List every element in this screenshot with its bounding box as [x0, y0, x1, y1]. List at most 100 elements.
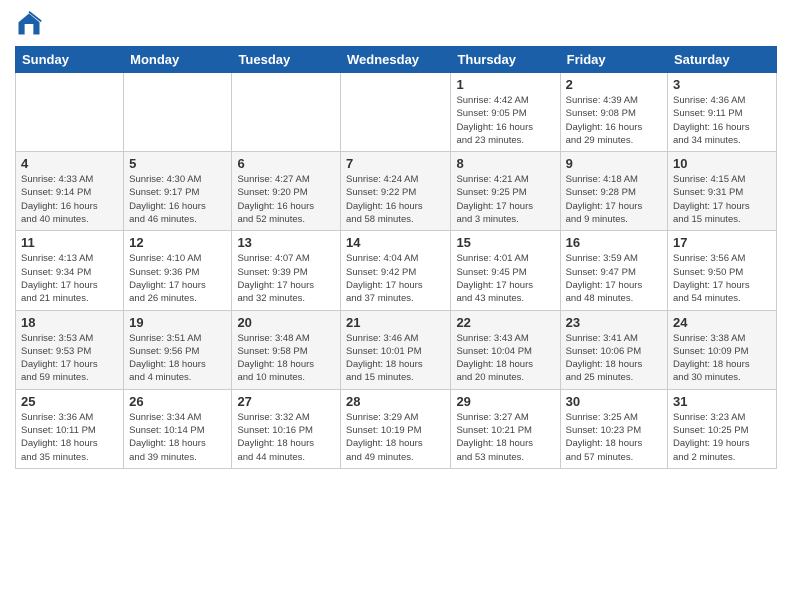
day-cell — [16, 73, 124, 152]
day-info: Sunrise: 4:33 AM Sunset: 9:14 PM Dayligh… — [21, 173, 118, 226]
day-cell: 19 Sunrise: 3:51 AM Sunset: 9:56 PM Dayli… — [124, 310, 232, 389]
day-cell: 21Sunrise: 3:46 AM Sunset: 10:01 PM Dayl… — [341, 310, 451, 389]
day-number: 15 — [456, 235, 554, 250]
day-number: 17 — [673, 235, 771, 250]
day-info: Sunrise: 3:53 AM Sunset: 9:53 PM Dayligh… — [21, 332, 118, 385]
day-info: Sunrise: 3:41 AM Sunset: 10:06 PM Daylig… — [566, 332, 662, 385]
calendar-header: SundayMondayTuesdayWednesdayThursdayFrid… — [16, 47, 777, 73]
day-number: 11 — [21, 235, 118, 250]
day-number: 30 — [566, 394, 662, 409]
day-cell: 18Sunrise: 3:53 AM Sunset: 9:53 PM Dayli… — [16, 310, 124, 389]
header-cell-monday: Monday — [124, 47, 232, 73]
day-info: Sunrise: 4:07 AM Sunset: 9:39 PM Dayligh… — [237, 252, 335, 305]
day-number: 3 — [673, 77, 771, 92]
day-info: Sunrise: 3:59 AM Sunset: 9:47 PM Dayligh… — [566, 252, 662, 305]
day-cell: 7 Sunrise: 4:24 AM Sunset: 9:22 PM Daylig… — [341, 152, 451, 231]
day-cell: 2Sunrise: 4:39 AM Sunset: 9:08 PM Daylig… — [560, 73, 667, 152]
day-number: 24 — [673, 315, 771, 330]
week-row-0: 1Sunrise: 4:42 AM Sunset: 9:05 PM Daylig… — [16, 73, 777, 152]
day-info: Sunrise: 4:01 AM Sunset: 9:45 PM Dayligh… — [456, 252, 554, 305]
day-cell: 24 Sunrise: 3:38 AM Sunset: 10:09 PM Dayl… — [668, 310, 777, 389]
day-number: 31 — [673, 394, 771, 409]
day-info: Sunrise: 4:24 AM Sunset: 9:22 PM Dayligh… — [346, 173, 445, 226]
day-cell: 16 Sunrise: 3:59 AM Sunset: 9:47 PM Dayli… — [560, 231, 667, 310]
day-cell: 15 Sunrise: 4:01 AM Sunset: 9:45 PM Dayli… — [451, 231, 560, 310]
day-number: 9 — [566, 156, 662, 171]
day-info: Sunrise: 3:25 AM Sunset: 10:23 PM Daylig… — [566, 411, 662, 464]
day-info: Sunrise: 3:51 AM Sunset: 9:56 PM Dayligh… — [129, 332, 226, 385]
header-cell-saturday: Saturday — [668, 47, 777, 73]
day-cell — [341, 73, 451, 152]
day-cell: 10 Sunrise: 4:15 AM Sunset: 9:31 PM Dayli… — [668, 152, 777, 231]
day-info: Sunrise: 4:15 AM Sunset: 9:31 PM Dayligh… — [673, 173, 771, 226]
calendar-body: 1Sunrise: 4:42 AM Sunset: 9:05 PM Daylig… — [16, 73, 777, 469]
day-cell — [232, 73, 341, 152]
day-cell: 26 Sunrise: 3:34 AM Sunset: 10:14 PM Dayl… — [124, 389, 232, 468]
day-info: Sunrise: 4:36 AM Sunset: 9:11 PM Dayligh… — [673, 94, 771, 147]
header-cell-wednesday: Wednesday — [341, 47, 451, 73]
logo-icon — [15, 10, 43, 38]
day-cell: 13 Sunrise: 4:07 AM Sunset: 9:39 PM Dayli… — [232, 231, 341, 310]
day-info: Sunrise: 4:39 AM Sunset: 9:08 PM Dayligh… — [566, 94, 662, 147]
day-cell: 4Sunrise: 4:33 AM Sunset: 9:14 PM Daylig… — [16, 152, 124, 231]
day-number: 29 — [456, 394, 554, 409]
day-number: 16 — [566, 235, 662, 250]
day-info: Sunrise: 3:38 AM Sunset: 10:09 PM Daylig… — [673, 332, 771, 385]
day-number: 13 — [237, 235, 335, 250]
day-info: Sunrise: 4:42 AM Sunset: 9:05 PM Dayligh… — [456, 94, 554, 147]
day-info: Sunrise: 3:23 AM Sunset: 10:25 PM Daylig… — [673, 411, 771, 464]
day-cell: 25Sunrise: 3:36 AM Sunset: 10:11 PM Dayl… — [16, 389, 124, 468]
day-info: Sunrise: 3:32 AM Sunset: 10:16 PM Daylig… — [237, 411, 335, 464]
day-cell: 6 Sunrise: 4:27 AM Sunset: 9:20 PM Daylig… — [232, 152, 341, 231]
day-info: Sunrise: 4:27 AM Sunset: 9:20 PM Dayligh… — [237, 173, 335, 226]
header-cell-sunday: Sunday — [16, 47, 124, 73]
day-info: Sunrise: 4:10 AM Sunset: 9:36 PM Dayligh… — [129, 252, 226, 305]
day-cell: 23 Sunrise: 3:41 AM Sunset: 10:06 PM Dayl… — [560, 310, 667, 389]
day-cell: 9 Sunrise: 4:18 AM Sunset: 9:28 PM Daylig… — [560, 152, 667, 231]
calendar-table: SundayMondayTuesdayWednesdayThursdayFrid… — [15, 46, 777, 469]
day-number: 21 — [346, 315, 445, 330]
day-number: 20 — [237, 315, 335, 330]
day-number: 23 — [566, 315, 662, 330]
day-cell: 31 Sunrise: 3:23 AM Sunset: 10:25 PM Dayl… — [668, 389, 777, 468]
day-cell: 28 Sunrise: 3:29 AM Sunset: 10:19 PM Dayl… — [341, 389, 451, 468]
week-row-1: 4Sunrise: 4:33 AM Sunset: 9:14 PM Daylig… — [16, 152, 777, 231]
day-info: Sunrise: 4:18 AM Sunset: 9:28 PM Dayligh… — [566, 173, 662, 226]
day-number: 28 — [346, 394, 445, 409]
day-info: Sunrise: 3:34 AM Sunset: 10:14 PM Daylig… — [129, 411, 226, 464]
page: SundayMondayTuesdayWednesdayThursdayFrid… — [0, 0, 792, 612]
day-info: Sunrise: 3:36 AM Sunset: 10:11 PM Daylig… — [21, 411, 118, 464]
day-info: Sunrise: 3:56 AM Sunset: 9:50 PM Dayligh… — [673, 252, 771, 305]
day-info: Sunrise: 4:21 AM Sunset: 9:25 PM Dayligh… — [456, 173, 554, 226]
day-number: 22 — [456, 315, 554, 330]
day-info: Sunrise: 4:30 AM Sunset: 9:17 PM Dayligh… — [129, 173, 226, 226]
day-number: 5 — [129, 156, 226, 171]
day-cell: 3 Sunrise: 4:36 AM Sunset: 9:11 PM Daylig… — [668, 73, 777, 152]
logo — [15, 10, 47, 38]
day-number: 6 — [237, 156, 335, 171]
header-row: SundayMondayTuesdayWednesdayThursdayFrid… — [16, 47, 777, 73]
day-number: 19 — [129, 315, 226, 330]
day-number: 27 — [237, 394, 335, 409]
day-cell: 30 Sunrise: 3:25 AM Sunset: 10:23 PM Dayl… — [560, 389, 667, 468]
day-info: Sunrise: 3:43 AM Sunset: 10:04 PM Daylig… — [456, 332, 554, 385]
day-info: Sunrise: 3:29 AM Sunset: 10:19 PM Daylig… — [346, 411, 445, 464]
day-number: 26 — [129, 394, 226, 409]
day-number: 12 — [129, 235, 226, 250]
day-info: Sunrise: 3:27 AM Sunset: 10:21 PM Daylig… — [456, 411, 554, 464]
week-row-3: 18Sunrise: 3:53 AM Sunset: 9:53 PM Dayli… — [16, 310, 777, 389]
day-number: 14 — [346, 235, 445, 250]
header-cell-tuesday: Tuesday — [232, 47, 341, 73]
day-cell: 27 Sunrise: 3:32 AM Sunset: 10:16 PM Dayl… — [232, 389, 341, 468]
day-number: 8 — [456, 156, 554, 171]
day-cell: 17 Sunrise: 3:56 AM Sunset: 9:50 PM Dayli… — [668, 231, 777, 310]
day-info: Sunrise: 4:13 AM Sunset: 9:34 PM Dayligh… — [21, 252, 118, 305]
day-number: 10 — [673, 156, 771, 171]
day-cell — [124, 73, 232, 152]
header — [15, 10, 777, 38]
week-row-4: 25Sunrise: 3:36 AM Sunset: 10:11 PM Dayl… — [16, 389, 777, 468]
day-number: 7 — [346, 156, 445, 171]
day-info: Sunrise: 3:48 AM Sunset: 9:58 PM Dayligh… — [237, 332, 335, 385]
day-cell: 22 Sunrise: 3:43 AM Sunset: 10:04 PM Dayl… — [451, 310, 560, 389]
day-cell: 11 Sunrise: 4:13 AM Sunset: 9:34 PM Dayli… — [16, 231, 124, 310]
